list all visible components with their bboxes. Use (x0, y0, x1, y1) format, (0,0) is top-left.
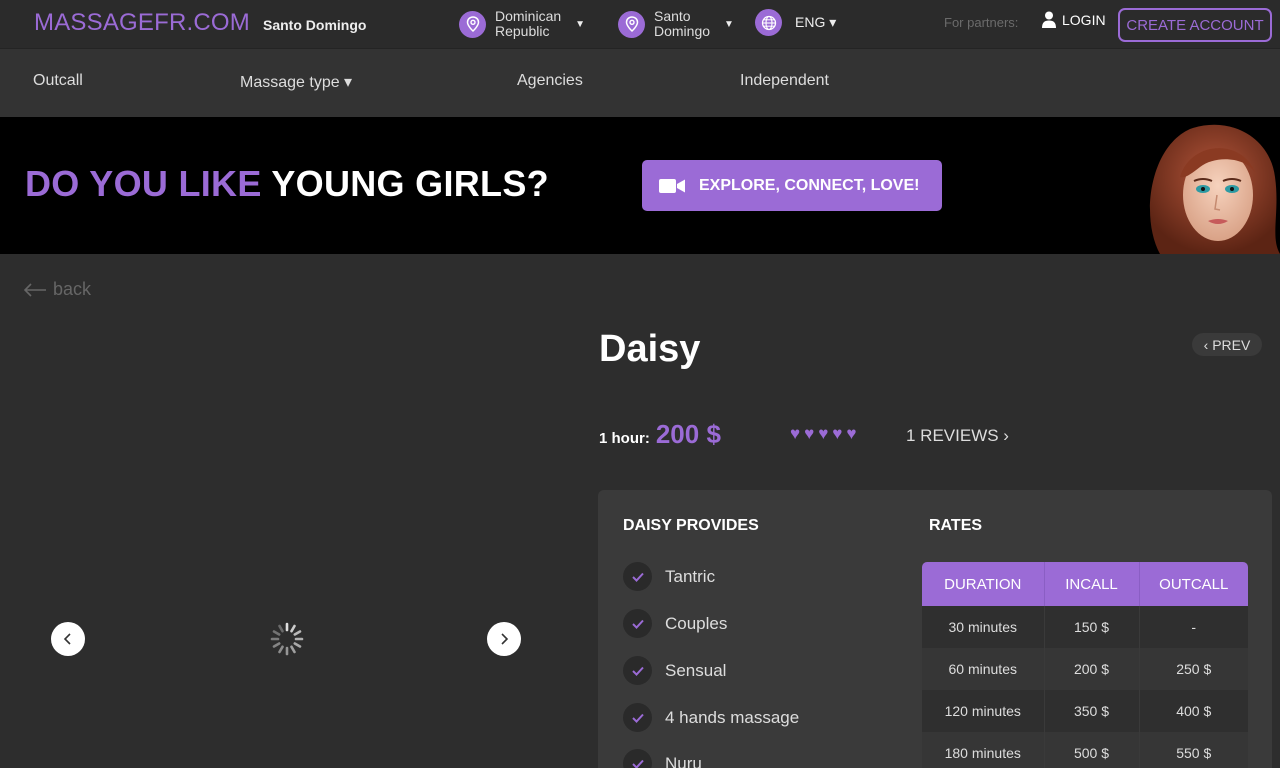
column-header-outcall: OUTCALL (1139, 562, 1248, 606)
rating-hearts: ♥ ♥ ♥ ♥ ♥ (790, 425, 860, 443)
rate-incall: 150 $ (1044, 606, 1140, 648)
rates-header-row: DURATION INCALL OUTCALL (922, 562, 1248, 606)
services-rates-card: DAISY PROVIDES RATES Tantric Couples Sen… (598, 490, 1272, 768)
banner-title: DO YOU LIKE YOUNG GIRLS? (25, 163, 549, 204)
table-row: 180 minutes 500 $ 550 $ (922, 732, 1248, 768)
partners-label: For partners: (944, 15, 1019, 30)
nav-massage-type[interactable]: Massage type ▾ (240, 72, 352, 92)
heart-icon: ♥ (846, 424, 857, 443)
top-header: MASSAGEFR.COM Santo Domingo Dominican Re… (0, 0, 1280, 49)
column-header-incall: INCALL (1044, 562, 1140, 606)
table-row: 120 minutes 350 $ 400 $ (922, 690, 1248, 732)
provides-title: DAISY PROVIDES (623, 517, 759, 534)
rate-incall: 500 $ (1044, 732, 1140, 768)
promo-banner[interactable]: DO YOU LIKE YOUNG GIRLS? EXPLORE, CONNEC… (0, 117, 1280, 254)
location-pin-icon (459, 10, 486, 38)
city-label: Santo Domingo (654, 8, 711, 39)
rate-outcall: - (1139, 606, 1248, 648)
check-icon (623, 749, 652, 768)
heart-icon: ♥ (804, 424, 815, 443)
site-logo[interactable]: MASSAGEFR.COM (34, 9, 250, 37)
arrow-left-icon (23, 282, 46, 297)
city-selector[interactable]: Santo Domingo ▼ (618, 9, 734, 39)
service-item: Tantric (623, 562, 715, 591)
service-item: Nuru (623, 749, 702, 768)
rate-incall: 200 $ (1044, 648, 1140, 690)
heart-icon: ♥ (790, 424, 801, 443)
loading-spinner-icon (270, 622, 304, 656)
check-icon (623, 703, 652, 732)
rates-title: RATES (929, 517, 983, 534)
nav-independent[interactable]: Independent (740, 72, 829, 90)
service-item: Sensual (623, 656, 726, 685)
chevron-right-icon (501, 633, 509, 645)
video-camera-icon (659, 178, 685, 193)
main-nav: Outcall Massage type ▾ Agencies Independ… (0, 49, 1280, 117)
check-icon (623, 609, 652, 638)
chevron-down-icon: ▼ (724, 18, 734, 30)
location-pin-icon (618, 10, 645, 38)
globe-icon (755, 9, 782, 36)
login-button[interactable]: LOGIN (1042, 11, 1106, 28)
rate-outcall: 550 $ (1139, 732, 1248, 768)
heart-icon: ♥ (832, 424, 843, 443)
rate-duration: 180 minutes (922, 732, 1045, 768)
chevron-down-icon: ▼ (575, 18, 586, 30)
language-label: ENG ▾ (795, 14, 837, 30)
profile-name: Daisy (599, 328, 701, 370)
login-label: LOGIN (1062, 11, 1106, 28)
nav-outcall[interactable]: Outcall (33, 72, 83, 90)
rate-duration: 60 minutes (922, 648, 1045, 690)
table-row: 30 minutes 150 $ - (922, 606, 1248, 648)
check-icon (623, 562, 652, 591)
explore-button[interactable]: EXPLORE, CONNECT, LOVE! (642, 160, 942, 211)
user-icon (1042, 11, 1056, 28)
nav-agencies[interactable]: Agencies (517, 72, 583, 90)
rate-duration: 30 minutes (922, 606, 1045, 648)
price-value: 200 $ (655, 419, 721, 449)
price-label: 1 hour: (599, 430, 650, 447)
prev-profile-button[interactable]: ‹ PREV (1192, 333, 1262, 356)
column-header-duration: DURATION (922, 562, 1045, 606)
price-summary: 1 hour: 200 $ (599, 419, 721, 450)
create-account-button[interactable]: CREATE ACCOUNT (1118, 8, 1272, 42)
rate-incall: 350 $ (1044, 690, 1140, 732)
table-row: 60 minutes 200 $ 250 $ (922, 648, 1248, 690)
service-item: 4 hands massage (623, 703, 799, 732)
rate-outcall: 400 $ (1139, 690, 1248, 732)
back-link[interactable]: back (23, 279, 91, 300)
logo-city: Santo Domingo (263, 17, 367, 33)
check-icon (623, 656, 652, 685)
rate-duration: 120 minutes (922, 690, 1045, 732)
rate-outcall: 250 $ (1139, 648, 1248, 690)
gallery-prev-button[interactable] (51, 622, 85, 656)
language-selector[interactable]: ENG ▾ (755, 9, 836, 36)
country-label: Dominican Republic (495, 8, 562, 39)
country-selector[interactable]: Dominican Republic ▼ (459, 9, 585, 39)
reviews-link[interactable]: 1 REVIEWS › (906, 426, 1009, 446)
gallery-next-button[interactable] (487, 622, 521, 656)
chevron-left-icon (63, 633, 71, 645)
rates-table: DURATION INCALL OUTCALL 30 minutes 150 $… (922, 562, 1248, 768)
service-item: Couples (623, 609, 727, 638)
banner-portrait-image (1120, 117, 1280, 254)
heart-icon: ♥ (818, 424, 829, 443)
